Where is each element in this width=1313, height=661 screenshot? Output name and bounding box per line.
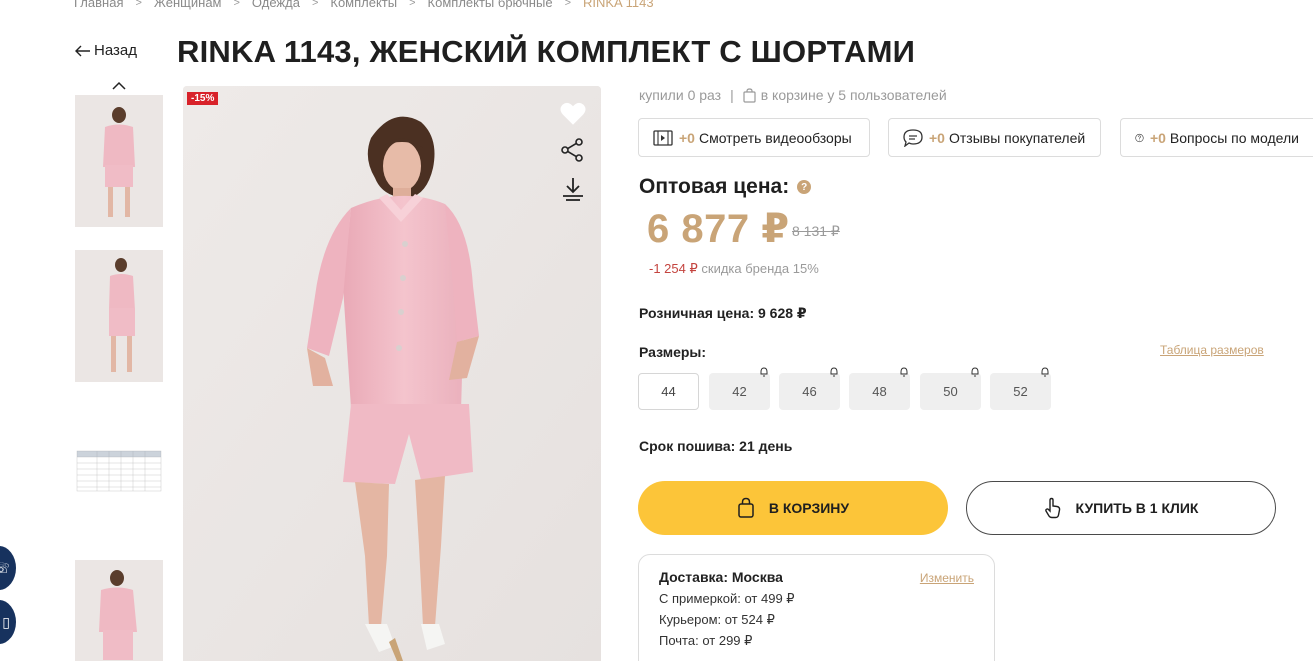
customer-reviews-count: +0 <box>929 129 945 146</box>
thumbnail-3[interactable] <box>75 560 163 661</box>
size-value: 44 <box>661 384 676 399</box>
bell-icon <box>1041 367 1049 377</box>
model-questions-label: Вопросы по модели <box>1169 129 1299 146</box>
thumbnail-2[interactable] <box>75 250 163 382</box>
video-reviews-button[interactable]: +0 Смотреть видеообзоры <box>638 118 870 157</box>
back-label: Назад <box>94 42 137 59</box>
bought-count: купили 0 раз <box>639 87 722 103</box>
breadcrumb-women[interactable]: Женщинам <box>154 0 222 10</box>
download-icon[interactable] <box>559 175 587 203</box>
wholesale-price: 6 877 ₽ <box>647 207 790 251</box>
add-to-cart-label: В КОРЗИНУ <box>768 500 850 516</box>
breadcrumb-home[interactable]: Главная <box>74 0 123 10</box>
discount-badge: -15% <box>187 92 219 105</box>
customer-reviews-button[interactable]: +0 Отзывы покупателей <box>888 118 1101 157</box>
discount-amount: -1 254 ₽ <box>649 261 698 276</box>
size-option-50[interactable]: 50 <box>920 367 981 410</box>
chevron-up-icon[interactable] <box>110 80 128 92</box>
sewing-time: Срок пошива: 21 день <box>639 438 793 454</box>
thumbnail-size-chart[interactable] <box>75 405 163 537</box>
bell-icon <box>760 367 768 377</box>
breadcrumb-trouser-sets[interactable]: Комплекты брючные <box>428 0 553 10</box>
video-reviews-label: Смотреть видеообзоры <box>698 129 852 146</box>
size-option-46[interactable]: 46 <box>779 367 840 410</box>
model-questions-count: +0 <box>1149 129 1166 146</box>
product-main-image[interactable] <box>183 86 601 661</box>
bell-icon <box>830 367 838 377</box>
old-price: 8 131 ₽ <box>792 223 840 239</box>
discount-text: скидка бренда 15% <box>701 261 819 276</box>
shopping-bag-icon <box>743 87 756 103</box>
size-option-44[interactable]: 44 <box>638 373 699 410</box>
wholesale-label-text: Оптовая цена: <box>639 175 790 198</box>
size-value: 52 <box>1013 384 1028 399</box>
phone-icon: ☏ <box>0 559 10 576</box>
size-value: 42 <box>732 384 747 399</box>
add-to-cart-button[interactable]: В КОРЗИНУ <box>638 481 948 535</box>
thumbnail-1[interactable] <box>75 95 163 227</box>
question-icon <box>1135 133 1144 142</box>
bell-icon <box>971 367 979 377</box>
breadcrumb-separator: > <box>409 0 416 9</box>
change-city-link[interactable]: Изменить <box>920 571 974 585</box>
breadcrumb-separator: > <box>564 0 571 9</box>
retail-price: Розничная цена: 9 628 ₽ <box>639 305 807 321</box>
share-icon[interactable] <box>559 136 587 164</box>
purchase-stats: купили 0 раз | в корзине у 5 пользовател… <box>639 87 947 103</box>
breadcrumb-clothing[interactable]: Одежда <box>252 0 300 10</box>
breadcrumb: Главная > Женщинам > Одежда > Комплекты … <box>74 0 654 10</box>
size-value: 50 <box>943 384 958 399</box>
brand-discount: -1 254 ₽ скидка бренда 15% <box>649 261 819 277</box>
bag-icon <box>738 497 754 518</box>
wholesale-price-label: Оптовая цена: ? <box>639 175 812 199</box>
product-photo <box>183 86 601 661</box>
page-title: RINKA 1143, ЖЕНСКИЙ КОМПЛЕКТ С ШОРТАМИ <box>177 34 916 69</box>
size-value: 48 <box>872 384 887 399</box>
breadcrumb-current: RINKA 1143 <box>583 0 654 10</box>
breadcrumb-separator: > <box>135 0 142 9</box>
sizes-label: Размеры: <box>639 344 707 360</box>
help-icon[interactable]: ? <box>797 180 812 194</box>
breadcrumb-sets[interactable]: Комплекты <box>330 0 397 10</box>
float-contact-button[interactable]: ☏ <box>0 546 16 590</box>
delivery-fitting: С примеркой: от 499 ₽ <box>659 591 795 606</box>
chat-bubble-icon: ▯ <box>2 613 10 630</box>
delivery-card: Доставка: Москва Изменить С примеркой: о… <box>638 554 995 661</box>
back-link[interactable]: Назад <box>75 42 137 59</box>
heart-icon[interactable] <box>559 100 587 128</box>
buy-one-click-button[interactable]: КУПИТЬ В 1 КЛИК <box>966 481 1276 535</box>
customer-reviews-label: Отзывы покупателей <box>948 129 1086 146</box>
arrow-left-icon <box>75 45 90 56</box>
buy-one-click-label: КУПИТЬ В 1 КЛИК <box>1075 500 1199 516</box>
breadcrumb-separator: > <box>233 0 240 9</box>
size-option-48[interactable]: 48 <box>849 367 910 410</box>
video-reviews-count: +0 <box>679 129 695 146</box>
stats-separator: | <box>730 87 734 103</box>
in-cart-count: в корзине у 5 пользователей <box>760 87 947 103</box>
breadcrumb-separator: > <box>311 0 319 9</box>
video-icon <box>653 129 673 146</box>
model-questions-button[interactable]: +0 Вопросы по модели <box>1120 118 1313 157</box>
delivery-post: Почта: от 299 ₽ <box>659 633 753 648</box>
size-table-link[interactable]: Таблица размеров <box>1160 343 1264 357</box>
pointer-hand-icon <box>1044 497 1060 519</box>
size-option-42[interactable]: 42 <box>709 367 770 410</box>
float-chat-button[interactable]: ▯ <box>0 600 16 644</box>
delivery-courier: Курьером: от 524 ₽ <box>659 612 775 627</box>
size-option-52[interactable]: 52 <box>990 367 1051 410</box>
bell-icon <box>900 367 908 377</box>
size-value: 46 <box>802 384 817 399</box>
chat-icon <box>903 128 923 147</box>
